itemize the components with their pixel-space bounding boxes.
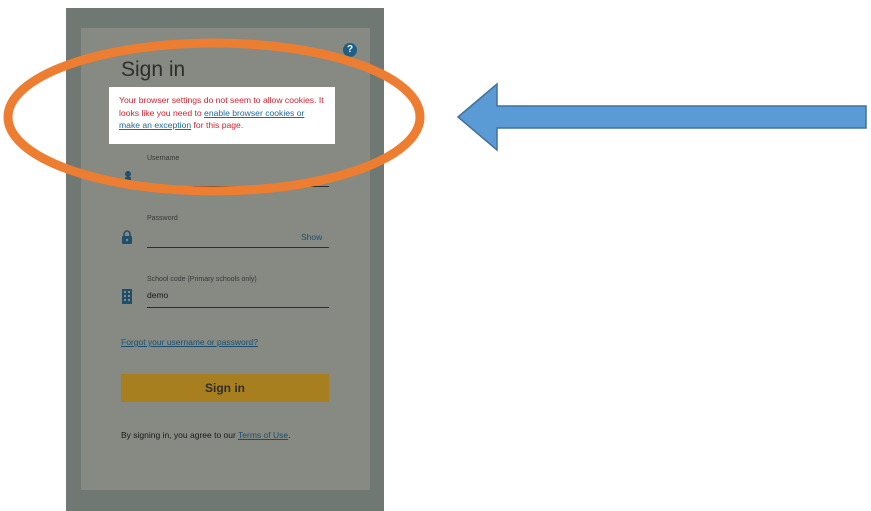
username-underline: [147, 186, 329, 187]
person-icon: [125, 171, 131, 184]
terms-of-use-link[interactable]: Terms of Use: [238, 430, 288, 440]
building-icon: [122, 289, 132, 304]
agree-end: .: [288, 430, 291, 440]
lock-icon: [122, 230, 132, 244]
password-label: Password: [147, 215, 178, 222]
help-icon[interactable]: ?: [343, 43, 357, 57]
school-code-label: School code (Primary schools only): [147, 276, 257, 283]
show-password-button[interactable]: Show: [301, 232, 322, 242]
agree-text: By signing in, you agree to our: [121, 430, 239, 440]
page-title: Sign in: [121, 58, 186, 81]
pointer-arrow-icon: [456, 82, 867, 152]
sign-in-button[interactable]: Sign in: [121, 374, 329, 402]
terms-agreement: By signing in, you agree to our Terms of…: [121, 430, 290, 440]
username-label: Username: [147, 155, 180, 162]
cookie-alert: Your browser settings do not seem to all…: [109, 87, 335, 144]
password-underline: [147, 247, 329, 248]
school-code-underline: [147, 307, 329, 308]
school-code-input[interactable]: demo: [147, 290, 168, 300]
forgot-credentials-link[interactable]: Forgot your username or password?: [121, 337, 258, 347]
alert-text-end: for this page.: [191, 120, 244, 130]
